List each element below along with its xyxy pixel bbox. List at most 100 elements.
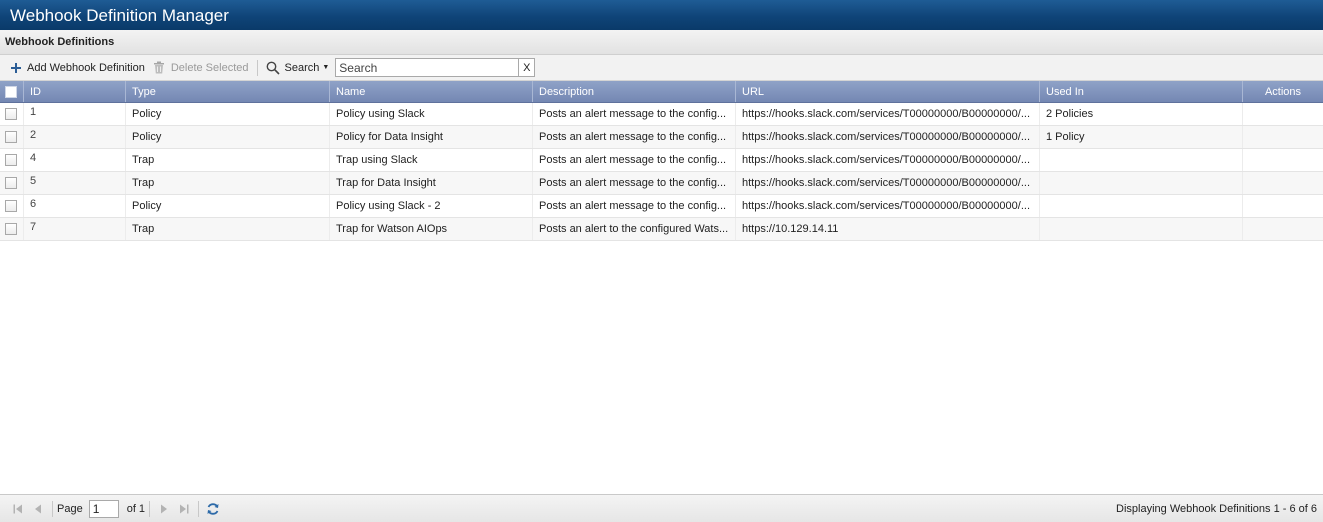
cell-name: Trap for Watson AIOps [330,218,533,240]
cell-id: 2 [24,126,126,148]
last-page-icon [179,504,189,514]
cell-url: https://hooks.slack.com/services/T000000… [736,103,1040,125]
cell-url: https://hooks.slack.com/services/T000000… [736,195,1040,217]
cell-name: Policy for Data Insight [330,126,533,148]
trash-icon [153,61,165,74]
row-select-cell [0,218,24,240]
cell-used-in [1040,195,1243,217]
next-page-button[interactable] [154,499,174,519]
cell-name: Policy using Slack [330,103,533,125]
display-message: Displaying Webhook Definitions 1 - 6 of … [1116,503,1317,515]
search-input[interactable] [335,58,519,77]
row-checkbox[interactable] [5,108,17,120]
cell-description: Posts an alert message to the config... [533,149,736,171]
cell-type: Trap [126,218,330,240]
table-row[interactable]: 4 Trap Trap using Slack Posts an alert m… [0,149,1323,172]
cell-id-text: 1 [30,106,37,118]
paging-separator [52,500,53,517]
cell-description: Posts an alert message to the config... [533,126,736,148]
cell-url: https://hooks.slack.com/services/T000000… [736,126,1040,148]
cell-description: Posts an alert message to the config... [533,195,736,217]
plus-icon [10,62,22,74]
page-label: Page [57,502,83,515]
cell-name: Policy using Slack - 2 [330,195,533,217]
toolbar-separator [256,59,258,76]
row-select-cell [0,103,24,125]
cell-type: Trap [126,149,330,171]
column-header-url[interactable]: URL [736,81,1040,102]
cell-actions [1243,149,1323,171]
clear-search-button[interactable]: X [518,58,536,77]
cell-actions [1243,172,1323,194]
table-row[interactable]: 5 Trap Trap for Data Insight Posts an al… [0,172,1323,195]
table-row[interactable]: 2 Policy Policy for Data Insight Posts a… [0,126,1323,149]
row-select-cell [0,195,24,217]
prev-page-button[interactable] [28,499,48,519]
cell-url: https://hooks.slack.com/services/T000000… [736,172,1040,194]
search-menu-label: Search [284,61,320,74]
cell-description: Posts an alert message to the config... [533,103,736,125]
select-all-checkbox[interactable] [5,85,17,98]
row-checkbox[interactable] [5,154,17,166]
column-header-type[interactable]: Type [126,81,330,102]
table-row[interactable]: 6 Policy Policy using Slack - 2 Posts an… [0,195,1323,218]
cell-actions [1243,103,1323,125]
cell-used-in: 1 Policy [1040,126,1243,148]
column-header-actions: Actions [1264,85,1302,98]
row-checkbox[interactable] [5,223,17,235]
search-icon [266,61,280,75]
delete-selected-label: Delete Selected [170,61,249,74]
select-all-cell [0,81,24,102]
cell-description: Posts an alert to the configured Wats... [533,218,736,240]
last-page-button[interactable] [174,499,194,519]
search-menu-button[interactable]: Search ▼ [262,58,334,78]
prev-page-icon [33,504,43,514]
paging-toolbar: Page of 1 Displaying Webhook Definitions… [0,494,1323,522]
first-page-icon [13,504,23,514]
paging-separator [149,500,151,517]
cell-id-text: 2 [30,129,37,141]
chevron-down-icon: ▼ [322,64,330,71]
add-webhook-label: Add Webhook Definition [27,61,145,74]
cell-description: Posts an alert message to the config... [533,172,736,194]
delete-selected-button[interactable]: Delete Selected [149,58,253,78]
cell-id: 5 [24,172,126,194]
add-webhook-button[interactable]: Add Webhook Definition [6,58,149,78]
cell-url: https://10.129.14.11 [736,218,1040,240]
row-checkbox[interactable] [5,131,17,143]
next-page-icon [159,504,169,514]
toolbar: Add Webhook Definition Delete Selected S… [0,55,1323,81]
row-checkbox[interactable] [5,200,17,212]
cell-actions [1243,126,1323,148]
table-row[interactable]: 1 Policy Policy using Slack Posts an ale… [0,103,1323,126]
column-header-description[interactable]: Description [533,81,736,102]
row-select-cell [0,149,24,171]
cell-id-text: 6 [30,198,37,210]
page-number-input[interactable] [88,499,119,518]
window-title: Webhook Definition Manager [0,0,1323,30]
grid-header: ID Type Name Description URL Used In Act… [0,81,1323,103]
column-header-name[interactable]: Name [330,81,533,102]
cell-used-in: 2 Policies [1040,103,1243,125]
column-header-id[interactable]: ID [24,81,126,102]
cell-id-text: 5 [30,175,37,187]
page-count-label: of 1 [126,502,146,515]
table-row[interactable]: 7 Trap Trap for Watson AIOps Posts an al… [0,218,1323,241]
cell-id-text: 7 [30,221,37,233]
panel-title: Webhook Definitions [0,30,1323,55]
column-header-used-in[interactable]: Used In [1040,81,1243,102]
cell-name: Trap using Slack [330,149,533,171]
cell-used-in [1040,218,1243,240]
row-select-cell [0,126,24,148]
cell-type: Policy [126,103,330,125]
row-select-cell [0,172,24,194]
first-page-button[interactable] [8,499,28,519]
cell-used-in [1040,172,1243,194]
row-checkbox[interactable] [5,177,17,189]
cell-id: 6 [24,195,126,217]
refresh-icon [206,502,220,516]
refresh-button[interactable] [203,499,223,519]
cell-type: Trap [126,172,330,194]
cell-id: 4 [24,149,126,171]
cell-id-text: 4 [30,152,37,164]
